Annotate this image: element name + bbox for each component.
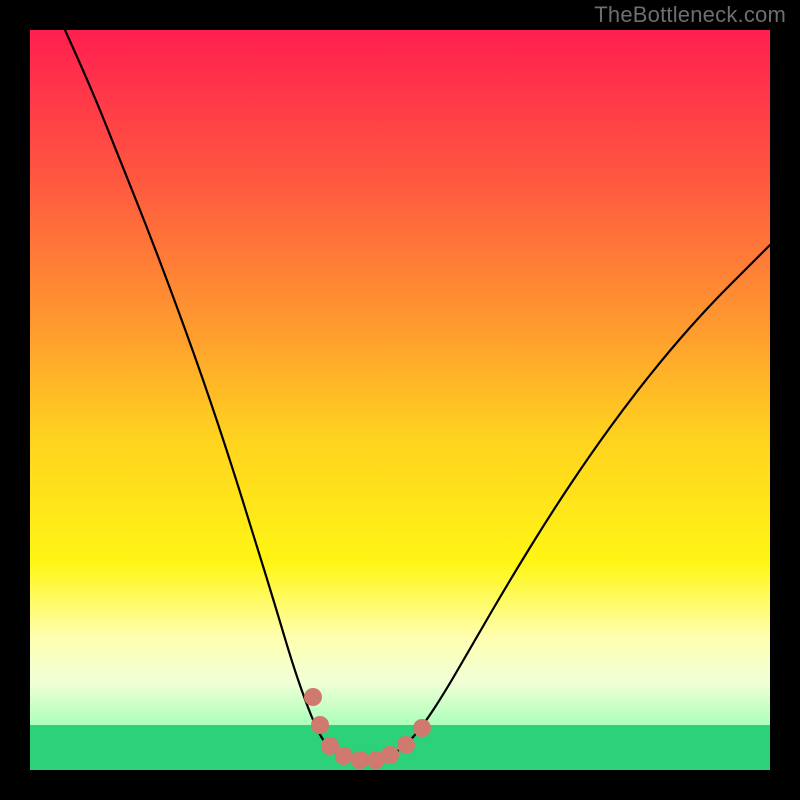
curve-marker — [381, 746, 399, 764]
curve-marker — [304, 688, 322, 706]
curve-marker — [351, 751, 369, 769]
curve-marker — [413, 719, 431, 737]
curve-marker — [311, 716, 329, 734]
gradient-background — [30, 30, 770, 770]
plot-svg — [30, 30, 770, 770]
plot-area — [30, 30, 770, 770]
chart-frame: TheBottleneck.com — [0, 0, 800, 800]
watermark-text: TheBottleneck.com — [594, 2, 786, 28]
curve-marker — [397, 736, 415, 754]
curve-marker — [335, 747, 353, 765]
